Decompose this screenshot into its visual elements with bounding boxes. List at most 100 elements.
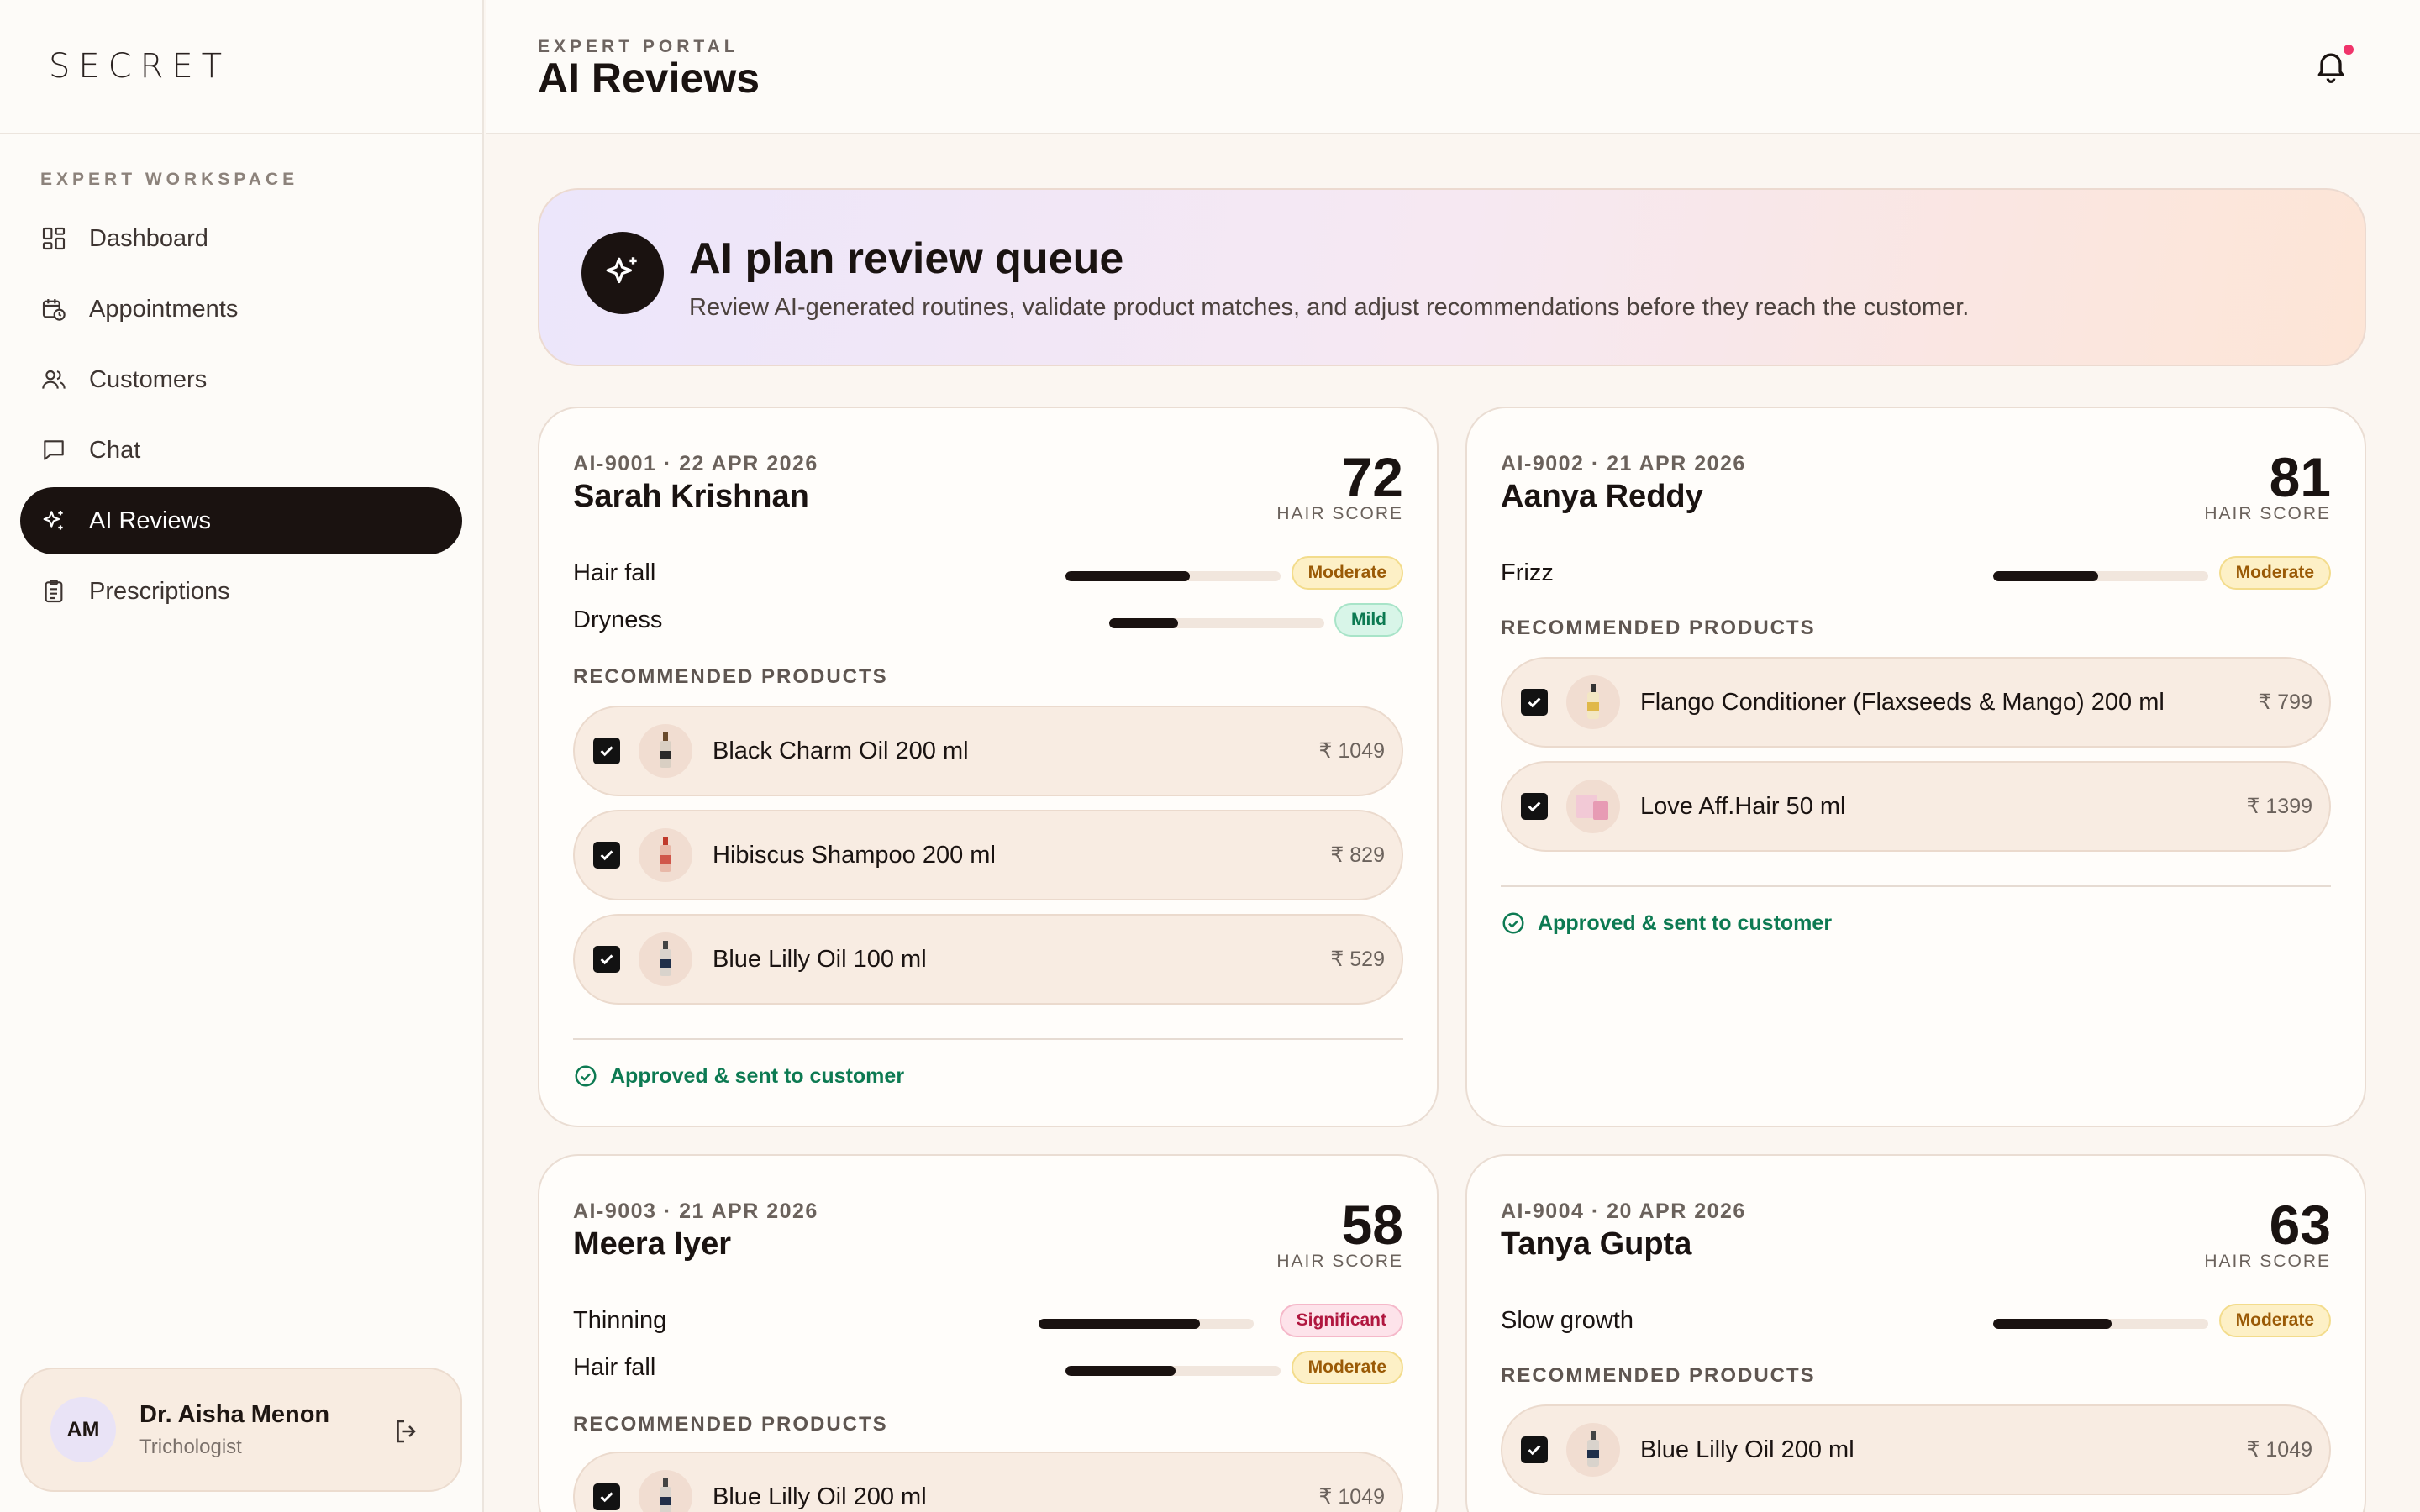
review-card: AI-9003 · 21 APR 2026 Meera Iyer 58 HAIR… xyxy=(538,1154,1439,1512)
review-card: AI-9002 · 21 APR 2026 Aanya Reddy 81 HAI… xyxy=(1465,407,2366,1127)
severity-badge: Moderate xyxy=(2218,556,2331,590)
top-header: EXPERT PORTAL AI Reviews xyxy=(486,0,2420,134)
severity-bar-fill xyxy=(1993,571,2099,581)
severity-bar xyxy=(1109,618,1324,628)
product-price: ₹ 799 xyxy=(2258,690,2312,714)
sidebar-item-customers[interactable]: Customers xyxy=(20,346,462,413)
product-name: Love Aff.Hair 50 ml xyxy=(1640,792,1846,820)
sidebar-item-label: Appointments xyxy=(89,295,239,323)
sidebar-item-chat[interactable]: Chat xyxy=(20,417,462,484)
product-item[interactable]: Blue Lilly Oil 200 ml ₹ 1049 xyxy=(1501,1404,2331,1495)
severity-bar xyxy=(1993,1319,2208,1329)
product-price: ₹ 1049 xyxy=(1318,739,1385,763)
product-price: ₹ 1049 xyxy=(2246,1438,2312,1462)
product-name: Blue Lilly Oil 200 ml xyxy=(713,1483,927,1510)
product-price: ₹ 829 xyxy=(1330,843,1385,867)
severity-bar-fill xyxy=(1109,618,1178,628)
product-thumbnail xyxy=(1566,1423,1620,1477)
concern-name: Slow growth xyxy=(1501,1307,1634,1334)
product-item[interactable]: Love Aff.Hair 50 ml ₹ 1399 xyxy=(1501,761,2331,852)
product-checkbox[interactable] xyxy=(593,738,620,764)
product-item[interactable]: Hibiscus Shampoo 200 ml ₹ 829 xyxy=(573,810,1403,900)
card-divider xyxy=(1501,885,2331,887)
product-checkbox[interactable] xyxy=(593,1483,620,1510)
severity-bar-fill xyxy=(1039,1319,1200,1329)
product-name: Blue Lilly Oil 100 ml xyxy=(713,945,927,973)
hair-score-label: HAIR SCORE xyxy=(2204,1252,2331,1271)
sidebar-item-label: Prescriptions xyxy=(89,577,230,605)
hair-score-value: 63 xyxy=(2269,1194,2331,1256)
check-circle-icon xyxy=(575,1065,597,1087)
product-name: Flango Conditioner (Flaxseeds & Mango) 2… xyxy=(1640,688,2165,716)
hair-score-label: HAIR SCORE xyxy=(2204,504,2331,523)
product-price: ₹ 529 xyxy=(1330,948,1385,971)
product-item[interactable]: Blue Lilly Oil 200 ml ₹ 1049 xyxy=(573,1452,1403,1512)
profile-role: Trichologist xyxy=(139,1435,242,1458)
approval-status: Approved & sent to customer xyxy=(1501,911,1832,936)
check-circle-icon xyxy=(1502,912,1524,934)
severity-bar-fill xyxy=(1065,1366,1176,1376)
review-card: AI-9004 · 20 APR 2026 Tanya Gupta 63 HAI… xyxy=(1465,1154,2366,1512)
logout-icon[interactable] xyxy=(392,1416,422,1446)
review-queue-banner: AI plan review queue Review AI-generated… xyxy=(538,188,2366,366)
dashboard-icon xyxy=(42,227,66,250)
severity-bar xyxy=(1065,1366,1281,1376)
sparkles-icon xyxy=(581,232,664,314)
product-checkbox[interactable] xyxy=(593,842,620,869)
hair-score-value: 81 xyxy=(2269,446,2331,508)
severity-badge: Significant xyxy=(1279,1304,1403,1337)
concern-row: Frizz Moderate xyxy=(1501,556,2331,593)
sidebar-nav: Dashboard Appointments Customers Chat AI… xyxy=(20,205,462,628)
product-checkbox[interactable] xyxy=(593,946,620,973)
page-title: AI Reviews xyxy=(538,55,760,102)
sidebar-item-appointments[interactable]: Appointments xyxy=(20,276,462,343)
product-item[interactable]: Blue Lilly Oil 100 ml ₹ 529 xyxy=(573,914,1403,1005)
clipboard-icon xyxy=(45,580,63,603)
approval-status-text: Approved & sent to customer xyxy=(1538,911,1833,935)
product-thumbnail xyxy=(639,932,692,986)
sidebar: SECRET EXPERT WORKSPACE Dashboard Appoin… xyxy=(0,0,484,1512)
product-thumbnail xyxy=(639,1470,692,1512)
sidebar-item-label: Chat xyxy=(89,436,141,464)
hair-score-label: HAIR SCORE xyxy=(1276,504,1403,523)
product-price: ₹ 1399 xyxy=(2246,795,2312,818)
recommended-products-label: RECOMMENDED PRODUCTS xyxy=(1501,617,1816,639)
user-profile-card: AM Dr. Aisha Menon Trichologist xyxy=(20,1368,462,1492)
product-thumbnail xyxy=(1566,675,1620,729)
sidebar-item-ai-reviews[interactable]: AI Reviews xyxy=(20,487,462,554)
banner-title: AI plan review queue xyxy=(689,234,1124,283)
sidebar-item-label: Dashboard xyxy=(89,224,208,252)
profile-name: Dr. Aisha Menon xyxy=(139,1400,330,1428)
customer-name: Aanya Reddy xyxy=(1501,479,1703,514)
product-name: Hibiscus Shampoo 200 ml xyxy=(713,841,996,869)
concern-row: Hair fall Moderate xyxy=(573,1351,1403,1388)
product-thumbnail xyxy=(639,828,692,882)
recommended-products-label: RECOMMENDED PRODUCTS xyxy=(573,1413,888,1436)
workspace-section-label: EXPERT WORKSPACE xyxy=(40,170,299,189)
brand-wordmark: SECRET xyxy=(49,47,231,86)
card-divider xyxy=(573,1038,1403,1040)
concern-name: Hair fall xyxy=(573,559,656,586)
review-id: AI-9003 · 21 APR 2026 xyxy=(573,1200,818,1223)
product-checkbox[interactable] xyxy=(1521,689,1548,716)
sparkles-icon xyxy=(43,511,63,530)
review-id: AI-9001 · 22 APR 2026 xyxy=(573,452,818,475)
product-checkbox[interactable] xyxy=(1521,1436,1548,1463)
product-checkbox[interactable] xyxy=(1521,793,1548,820)
hair-score-value: 58 xyxy=(1341,1194,1403,1256)
product-item[interactable]: Flango Conditioner (Flaxseeds & Mango) 2… xyxy=(1501,657,2331,748)
customer-name: Tanya Gupta xyxy=(1501,1226,1692,1262)
review-card: AI-9001 · 22 APR 2026 Sarah Krishnan 72 … xyxy=(538,407,1439,1127)
sidebar-item-prescriptions[interactable]: Prescriptions xyxy=(20,558,462,625)
severity-badge: Moderate xyxy=(2218,1304,2331,1337)
severity-bar xyxy=(1039,1319,1254,1329)
brand-logo[interactable]: SECRET xyxy=(0,0,482,134)
sidebar-item-dashboard[interactable]: Dashboard xyxy=(20,205,462,272)
users-icon xyxy=(42,370,66,389)
product-item[interactable]: Black Charm Oil 200 ml ₹ 1049 xyxy=(573,706,1403,796)
severity-badge: Moderate xyxy=(1291,1351,1403,1384)
recommended-products-label: RECOMMENDED PRODUCTS xyxy=(573,665,888,688)
severity-badge: Mild xyxy=(1334,603,1403,637)
concern-row: Slow growth Moderate xyxy=(1501,1304,2331,1341)
profile-text: Dr. Aisha Menon Trichologist xyxy=(139,1401,329,1459)
